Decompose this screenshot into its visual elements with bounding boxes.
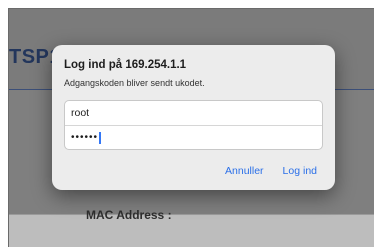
password-field[interactable]: •••••• [65, 125, 322, 149]
credentials-fields: root •••••• [64, 100, 323, 150]
cancel-button[interactable]: Annuller [225, 165, 264, 177]
background-footer [9, 214, 374, 247]
login-dialog: Log ind på 169.254.1.1 Adgangskoden bliv… [52, 45, 335, 190]
text-caret [99, 131, 101, 144]
username-value: root [71, 107, 90, 119]
mac-address-label: MAC Address : [86, 208, 172, 222]
dialog-title: Log ind på 169.254.1.1 [64, 59, 187, 71]
dialog-actions: Annuller Log ind [64, 165, 323, 177]
username-field[interactable]: root [65, 101, 322, 125]
login-button[interactable]: Log ind [283, 165, 317, 177]
dialog-message: Adgangskoden bliver sendt ukodet. [64, 78, 205, 88]
password-value: •••••• [71, 132, 99, 143]
